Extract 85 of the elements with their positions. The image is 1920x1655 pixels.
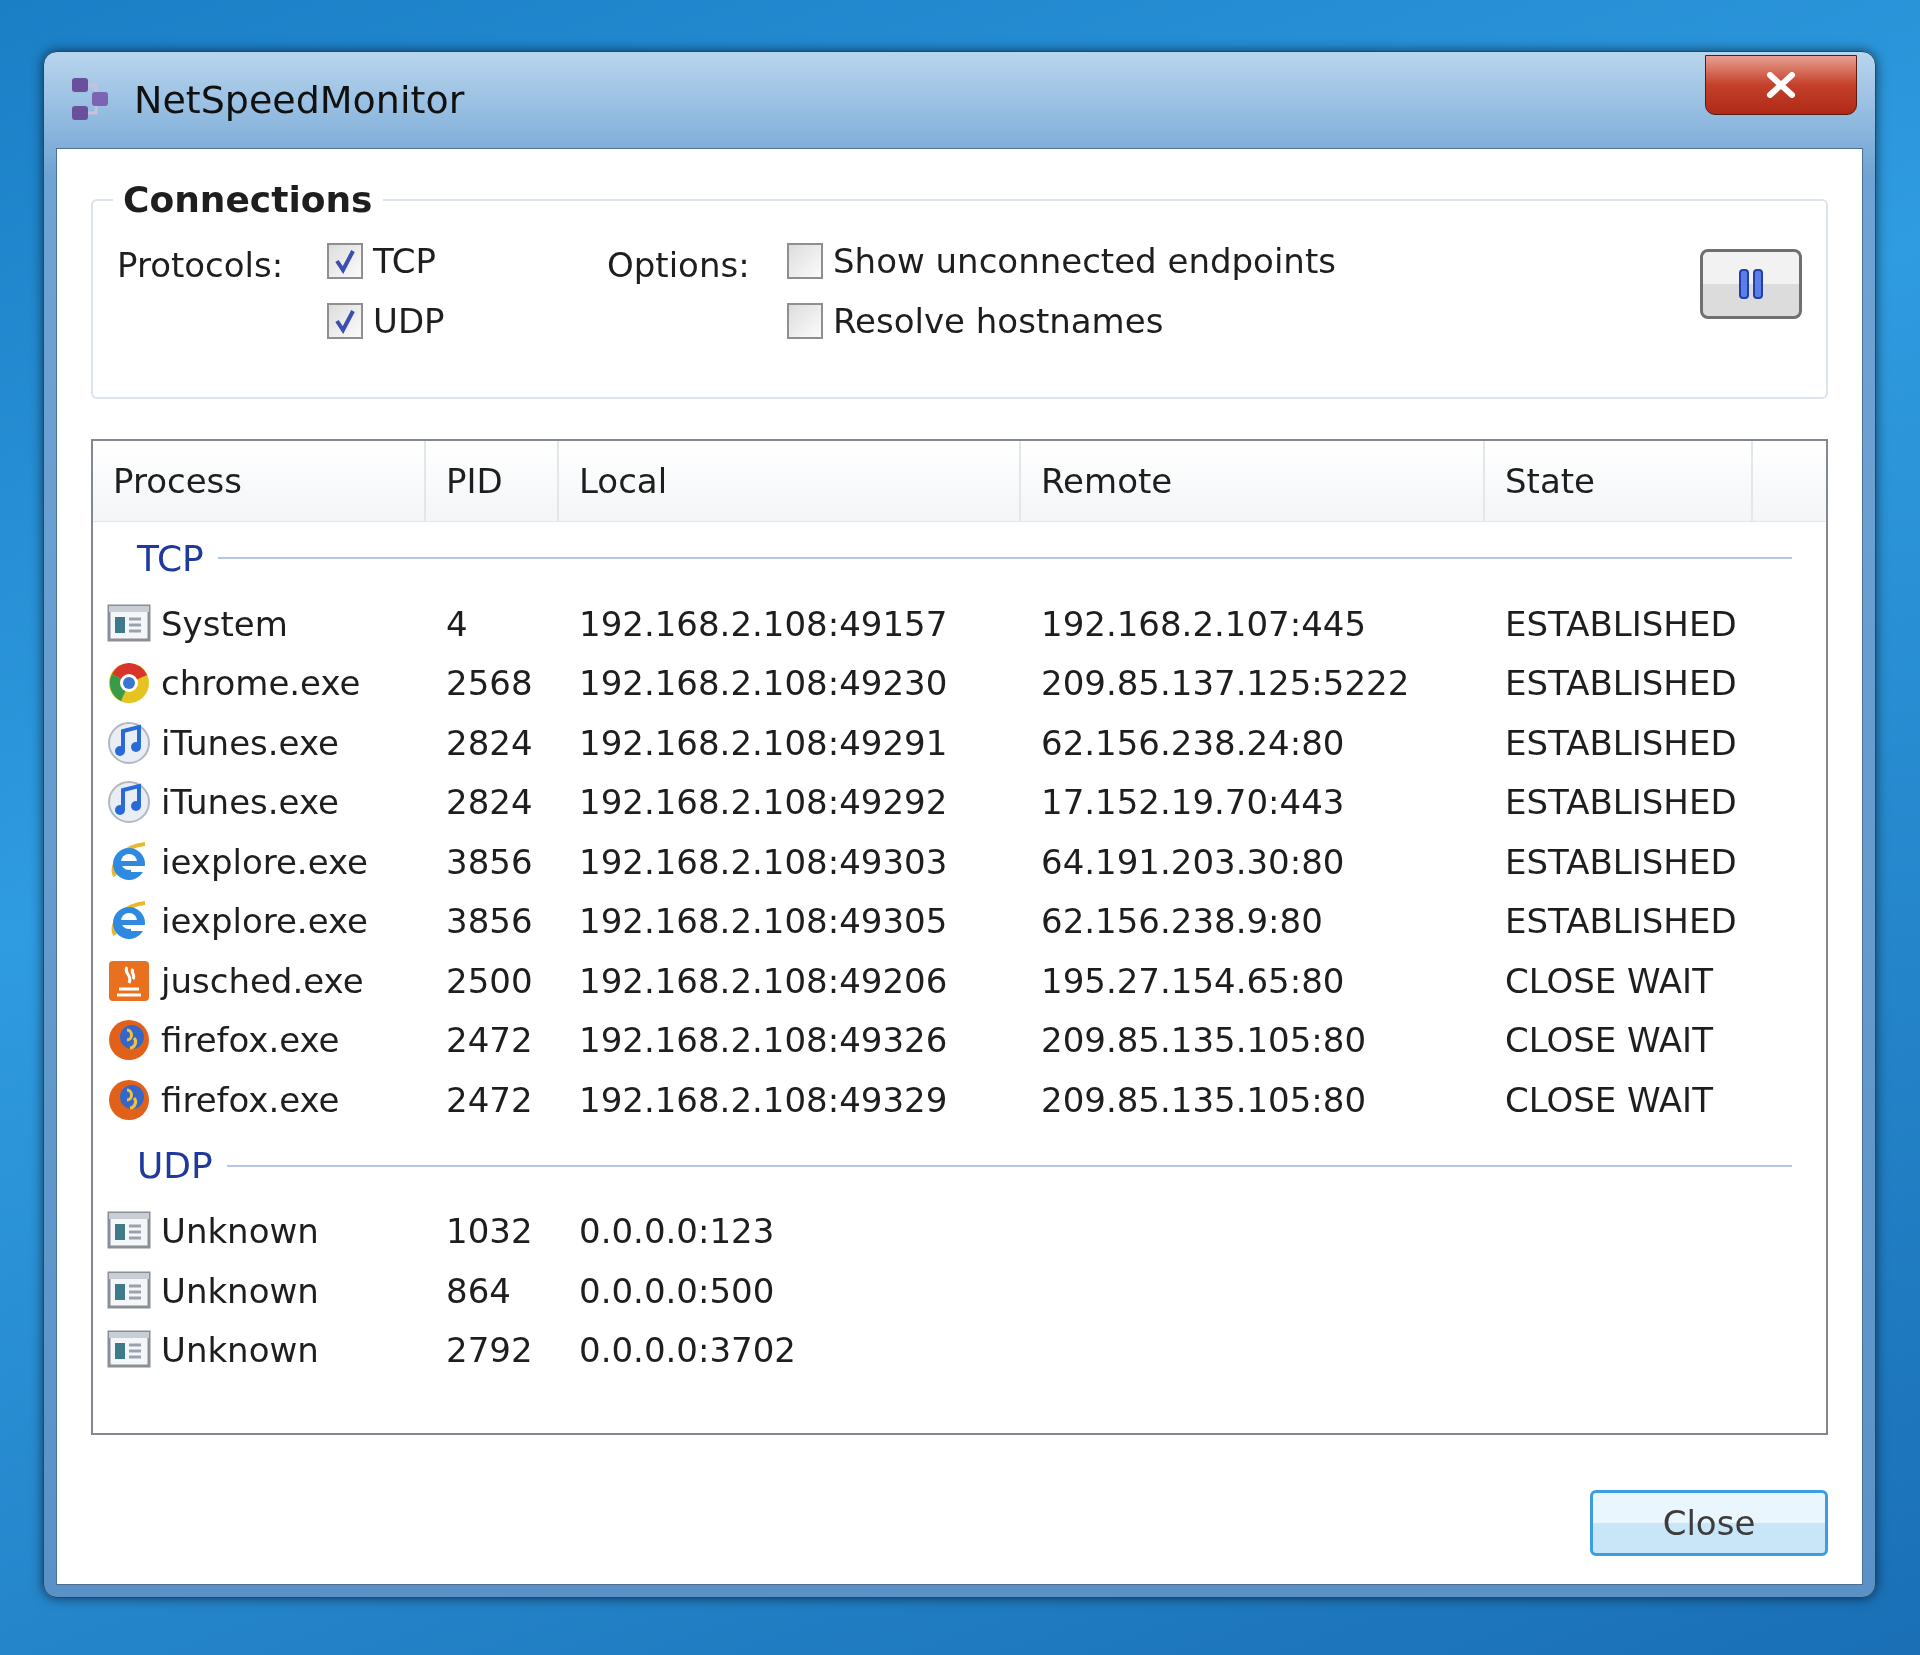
table-cell: iTunes.exe: [161, 722, 339, 763]
table-cell: iexplore.exe: [161, 901, 368, 942]
table-cell: chrome.exe: [161, 663, 361, 704]
table-cell: Unknown: [161, 1270, 319, 1311]
checkbox[interactable]: [787, 303, 823, 339]
music-note-icon: [107, 720, 151, 765]
close-icon: [1766, 72, 1796, 98]
cup-icon: [107, 958, 151, 1003]
checkbox[interactable]: [787, 243, 823, 279]
close-button[interactable]: [1705, 55, 1857, 115]
table-cell: firefox.exe: [161, 1079, 340, 1120]
table-cell: firefox.exe: [161, 1020, 340, 1061]
table-cell: 209.85.137.125:5222: [1041, 663, 1410, 704]
table-cell: CLOSE WAIT: [1505, 1020, 1713, 1061]
column-header[interactable]: Process: [93, 441, 426, 521]
table-cell: 3856: [446, 901, 533, 942]
table-cell: ESTABLISHED: [1505, 722, 1737, 763]
checkbox-label: UDP: [373, 301, 445, 341]
table-cell: 17.152.19.70:443: [1041, 782, 1345, 823]
group-header: UDP: [137, 1145, 213, 1186]
checkbox-label: TCP: [373, 241, 437, 281]
column-header[interactable]: State: [1485, 441, 1753, 521]
table-cell: 2472: [446, 1079, 533, 1120]
table-cell: 209.85.135.105:80: [1041, 1079, 1367, 1120]
options-label: Options:: [607, 244, 751, 287]
table-cell: Unknown: [161, 1211, 319, 1252]
circle-icon: [107, 661, 151, 706]
table-cell: 192.168.2.108:49230: [579, 663, 948, 704]
table-cell: 192.168.2.107:445: [1041, 603, 1367, 644]
table-cell: 192.168.2.108:49326: [579, 1020, 948, 1061]
table-cell: 2792: [446, 1330, 533, 1371]
table-cell: 2568: [446, 663, 533, 704]
pause-button[interactable]: [1700, 249, 1802, 319]
table-cell: 209.85.135.105:80: [1041, 1020, 1367, 1061]
table-cell: 1032: [446, 1211, 533, 1252]
column-header[interactable]: Local: [559, 441, 1021, 521]
table-cell: 64.191.203.30:80: [1041, 841, 1345, 882]
table-cell: 0.0.0.0:3702: [579, 1330, 796, 1371]
table-cell: System: [161, 603, 288, 644]
table-cell: 192.168.2.108:49206: [579, 960, 948, 1001]
table-cell: 192.168.2.108:49329: [579, 1079, 948, 1120]
group-header: TCP: [137, 537, 204, 579]
table-cell: iTunes.exe: [161, 782, 339, 823]
table-cell: ESTABLISHED: [1505, 603, 1737, 644]
globe-icon: [107, 1077, 151, 1122]
table-cell: jusched.exe: [161, 960, 364, 1001]
table-cell: 192.168.2.108:49291: [579, 722, 948, 763]
table-cell: 192.168.2.108:49292: [579, 782, 948, 823]
table-cell: 192.168.2.108:49305: [579, 901, 948, 942]
table-cell: 2824: [446, 722, 533, 763]
table-cell: ESTABLISHED: [1505, 901, 1737, 942]
table-cell: 62.156.238.9:80: [1041, 901, 1323, 942]
table-cell: 195.27.154.65:80: [1041, 960, 1345, 1001]
table-cell: 4: [446, 603, 468, 644]
window-title: NetSpeedMonitor: [134, 78, 465, 122]
checkbox-label: Show unconnected endpoints: [833, 241, 1336, 281]
table-cell: 3856: [446, 841, 533, 882]
checkbox[interactable]: [327, 243, 363, 279]
checkmark-icon: [333, 248, 357, 274]
table-cell: 0.0.0.0:123: [579, 1211, 775, 1252]
close-button[interactable]: Close: [1590, 1490, 1828, 1556]
column-header[interactable]: Remote: [1021, 441, 1485, 521]
checkbox[interactable]: [327, 303, 363, 339]
table-cell: ESTABLISHED: [1505, 663, 1737, 704]
table-cell: 2500: [446, 960, 533, 1001]
column-header[interactable]: PID: [426, 441, 559, 521]
table-cell: CLOSE WAIT: [1505, 1079, 1713, 1120]
globe-icon: [107, 1018, 151, 1063]
checkmark-icon: [333, 308, 357, 334]
table-cell: 2824: [446, 782, 533, 823]
table-cell: CLOSE WAIT: [1505, 960, 1713, 1001]
table-cell: 62.156.238.24:80: [1041, 722, 1345, 763]
table-cell: 192.168.2.108:49157: [579, 603, 948, 644]
table-cell: 864: [446, 1270, 511, 1311]
checkbox-label: Resolve hostnames: [833, 301, 1164, 341]
music-note-icon: [107, 780, 151, 825]
table-cell: iexplore.exe: [161, 841, 368, 882]
protocols-label: Protocols:: [117, 244, 285, 287]
table-cell: Unknown: [161, 1330, 319, 1371]
table-cell: 192.168.2.108:49303: [579, 841, 948, 882]
pause-icon: [1739, 269, 1763, 299]
table-cell: ESTABLISHED: [1505, 782, 1737, 823]
table-cell: ESTABLISHED: [1505, 841, 1737, 882]
table-cell: 2472: [446, 1020, 533, 1061]
table-cell: 0.0.0.0:500: [579, 1270, 775, 1311]
